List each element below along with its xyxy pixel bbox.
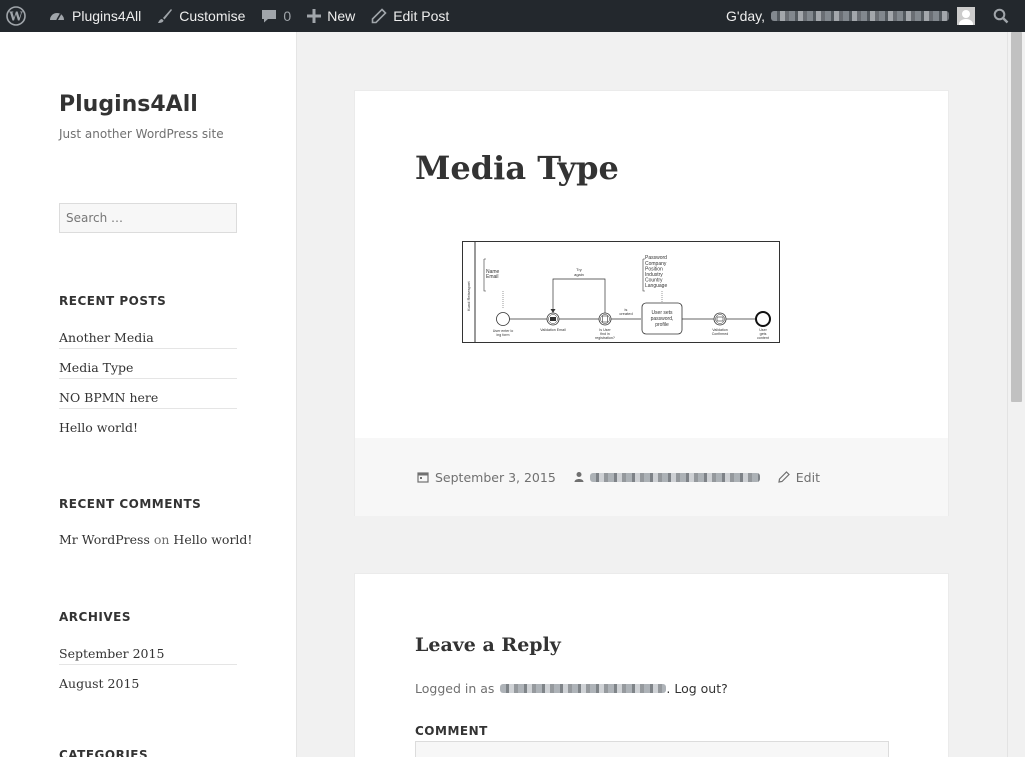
site-title-link[interactable]: Plugins4All <box>59 92 198 117</box>
my-account-menu[interactable]: G'day, <box>718 0 981 32</box>
new-label: New <box>327 8 356 24</box>
customise-button[interactable]: Customise <box>149 0 253 32</box>
recent-post-link[interactable]: Hello world! <box>59 418 237 439</box>
edit-link[interactable]: Edit <box>778 470 820 485</box>
confirm-label: Confirmed <box>712 332 729 336</box>
new-content-button[interactable]: New <box>299 0 363 32</box>
recent-post-link[interactable]: Another Media <box>59 328 237 349</box>
site-description: Just another WordPress site <box>59 127 224 141</box>
check-label: registration? <box>595 336 615 340</box>
recent-comments-title: RECENT COMMENTS <box>59 497 202 511</box>
logout-link[interactable]: . Log out? <box>666 681 727 696</box>
bpmn-diagram: Kund Reisesport Name Email Password Comp… <box>462 241 780 343</box>
scrollbar[interactable] <box>1007 32 1025 757</box>
categories-title: CATEGORIES <box>59 748 149 757</box>
comment-textarea[interactable] <box>415 741 889 757</box>
wordpress-logo-button[interactable]: W <box>0 0 40 32</box>
edit-post-label: Edit Post <box>393 8 450 24</box>
avatar <box>957 7 975 25</box>
pencil-icon <box>371 8 387 24</box>
customise-label: Customise <box>179 8 246 24</box>
comments-button[interactable]: 0 <box>253 0 299 32</box>
site-name-menu[interactable]: Plugins4All <box>40 0 149 32</box>
edit-label: Edit <box>795 469 820 485</box>
post-author-link[interactable] <box>574 471 760 483</box>
end-label: content <box>757 336 769 340</box>
post-title: Media Type <box>415 149 619 187</box>
recent-comment-item: Mr WordPress on Hello world! <box>59 532 252 547</box>
recent-posts-title: RECENT POSTS <box>59 294 167 308</box>
post-article: Media Type Kund Reisesport Name Email Pa… <box>354 90 949 516</box>
start-label: ing form <box>497 333 510 337</box>
archives-list: September 2015 August 2015 <box>59 644 237 704</box>
sidebar: Plugins4All Just another WordPress site … <box>0 32 297 757</box>
archive-link[interactable]: September 2015 <box>59 644 237 665</box>
site-name-label: Plugins4All <box>72 8 142 24</box>
end-event <box>755 311 771 327</box>
greeting-label: G'day, <box>726 8 765 24</box>
search-icon <box>993 8 1009 24</box>
redacted-username <box>771 11 949 21</box>
recent-post-link[interactable]: Media Type <box>59 358 237 379</box>
archive-link[interactable]: August 2015 <box>59 674 237 695</box>
loop-label: again <box>574 272 584 277</box>
yes-label: created <box>619 311 632 316</box>
post-date: September 3, 2015 <box>435 469 556 485</box>
calendar-icon <box>417 472 429 483</box>
comment-bubble-icon <box>262 10 277 23</box>
redacted-user-link[interactable] <box>500 684 667 693</box>
recent-posts-list: Another Media Media Type NO BPMN here He… <box>59 328 237 448</box>
dashboard-icon <box>50 13 64 21</box>
data-label: Email <box>486 274 499 280</box>
scrollbar-thumb[interactable] <box>1011 32 1022 402</box>
logged-in-label: Logged in as <box>415 681 495 696</box>
post-date-link[interactable]: September 3, 2015 <box>417 470 556 485</box>
start-event <box>496 312 510 326</box>
comment-on-text: on <box>153 532 170 547</box>
user-icon <box>574 472 584 482</box>
data-label: Language <box>645 283 667 289</box>
admin-bar: W Plugins4All Customise 0 New Edit Post <box>0 0 1025 32</box>
redacted-author <box>589 472 760 482</box>
edit-post-button[interactable]: Edit Post <box>363 0 457 32</box>
lane-label: Kund Reisesport <box>466 281 471 311</box>
validation-label: Validation Email <box>540 328 566 332</box>
search-toggle-button[interactable] <box>981 0 1025 32</box>
comment-label: COMMENT <box>415 724 488 738</box>
reply-title: Leave a Reply <box>415 634 561 656</box>
brush-icon <box>158 9 173 23</box>
comment-author-link[interactable]: Mr WordPress <box>59 532 150 547</box>
confirm-event <box>713 312 727 326</box>
comments-count: 0 <box>283 8 292 24</box>
task-label: profile <box>655 322 669 328</box>
recent-post-link[interactable]: NO BPMN here <box>59 388 237 409</box>
comments-section: Leave a Reply Logged in as . Log out? CO… <box>354 573 949 757</box>
pencil-icon <box>778 471 790 483</box>
comment-post-link[interactable]: Hello world! <box>173 532 252 547</box>
logged-in-as: Logged in as . Log out? <box>415 681 728 696</box>
svg-text:W: W <box>8 10 23 24</box>
wordpress-icon: W <box>6 6 26 26</box>
archives-title: ARCHIVES <box>59 610 131 624</box>
plus-icon <box>307 9 322 23</box>
search-input[interactable]: Search … <box>59 203 237 233</box>
post-meta: September 3, 2015 Edit <box>355 438 948 516</box>
gateway-check-event <box>598 312 612 326</box>
